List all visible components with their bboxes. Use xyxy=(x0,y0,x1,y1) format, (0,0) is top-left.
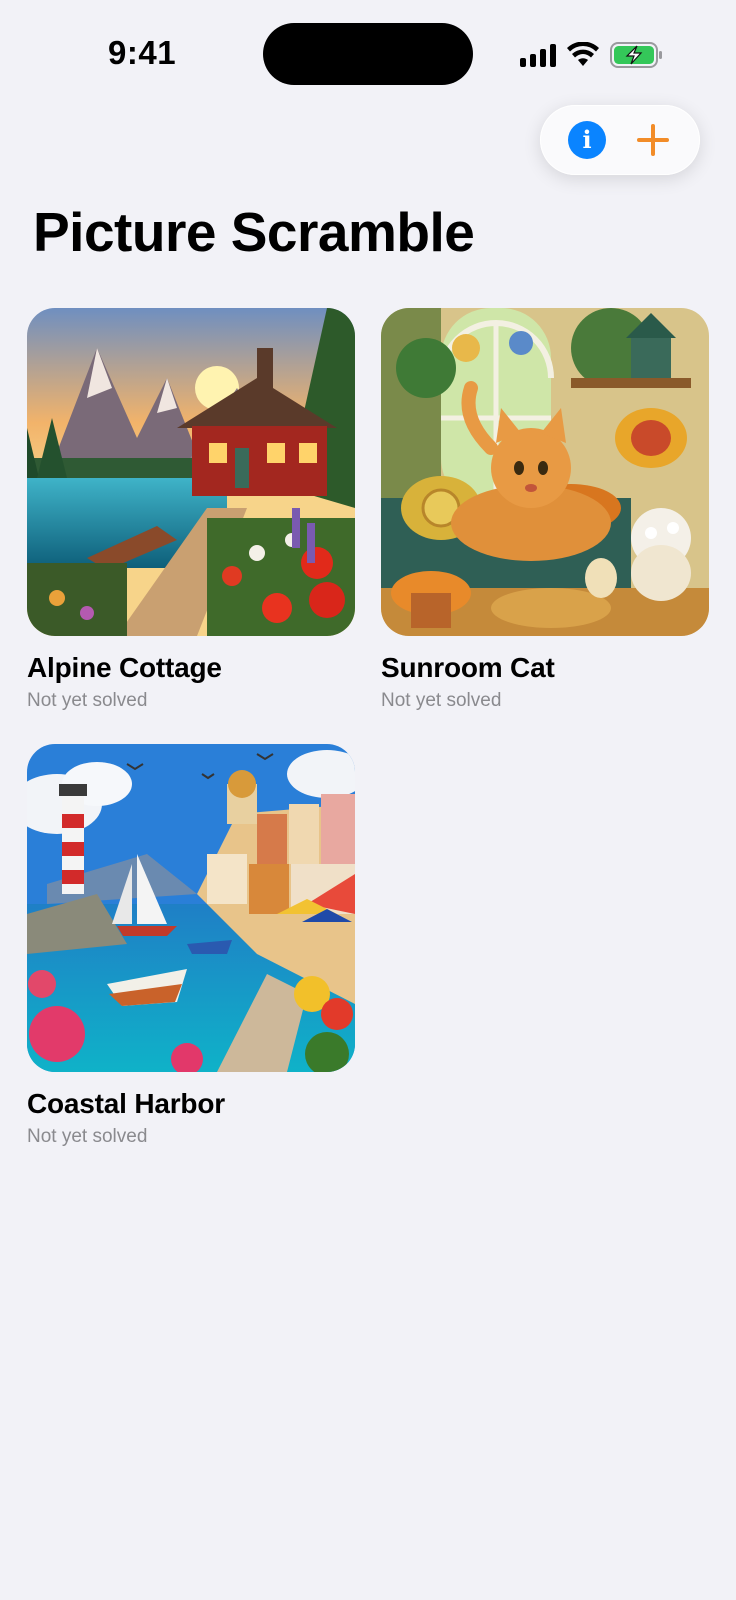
puzzle-status: Not yet solved xyxy=(27,690,148,711)
page-title: Picture Scramble xyxy=(33,201,475,263)
status-time: 9:41 xyxy=(108,34,177,71)
puzzle-title: Coastal Harbor xyxy=(27,1088,225,1119)
status-icons xyxy=(520,40,664,70)
puzzle-status: Not yet solved xyxy=(381,690,502,711)
puzzle-thumbnail-alpine-cottage[interactable] xyxy=(27,308,355,636)
puzzle-card-alpine-cottage[interactable]: Alpine Cottage Not yet solved xyxy=(27,308,355,712)
battery-charging-icon xyxy=(610,42,662,68)
info-button[interactable]: i xyxy=(568,121,606,159)
puzzle-status: Not yet solved xyxy=(27,1126,148,1147)
status-bar: 9:41 xyxy=(0,0,736,100)
puzzle-card-sunroom-cat[interactable]: Sunroom Cat Not yet solved xyxy=(381,308,709,712)
add-puzzle-button[interactable] xyxy=(636,123,670,157)
wifi-icon xyxy=(567,42,599,66)
puzzle-title: Alpine Cottage xyxy=(27,652,222,683)
puzzle-card-coastal-harbor[interactable]: Coastal Harbor Not yet solved xyxy=(27,744,355,1148)
cellular-signal-icon xyxy=(520,43,556,67)
puzzle-thumbnail-coastal-harbor[interactable] xyxy=(27,744,355,1072)
info-icon: i xyxy=(582,125,592,154)
dynamic-island xyxy=(263,23,473,85)
top-toolbar: i xyxy=(540,105,700,175)
puzzle-title: Sunroom Cat xyxy=(381,652,555,683)
puzzle-thumbnail-sunroom-cat[interactable] xyxy=(381,308,709,636)
